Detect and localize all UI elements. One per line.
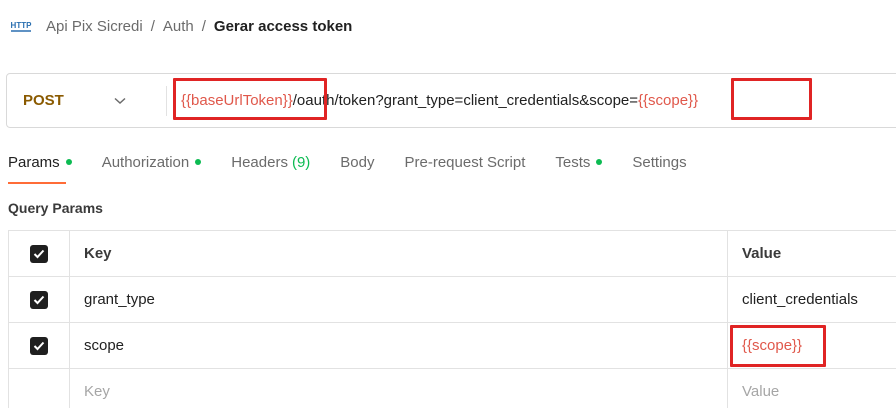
headers-count: (9) [291, 153, 311, 171]
breadcrumb: HTTP Api Pix Sicredi / Auth / Gerar acce… [10, 14, 353, 38]
table-row-empty: Key Value [8, 369, 896, 408]
tab-pre-request-script[interactable]: Pre-request Script [405, 154, 526, 171]
status-dot [65, 159, 72, 165]
row-checkbox[interactable] [30, 336, 48, 355]
key-column-header: Key [70, 231, 728, 276]
status-dot [596, 159, 603, 165]
status-dot [195, 159, 202, 165]
tab-authorization[interactable]: Authorization [102, 154, 202, 171]
table-header-row: Key Value [8, 231, 896, 277]
row-check-cell [8, 277, 70, 322]
breadcrumb-folder[interactable]: Auth [163, 18, 194, 35]
method-select[interactable]: POST [7, 74, 162, 127]
table-row: grant_type client_credentials [8, 277, 896, 323]
new-key-input[interactable]: Key [70, 369, 728, 408]
tab-tests[interactable]: Tests [555, 154, 603, 171]
value-column-header: Value [742, 245, 782, 262]
query-params-table: Key Value grant_type client_credentials … [8, 230, 896, 408]
divider [166, 85, 167, 116]
row-check-cell [8, 323, 70, 368]
query-params-title: Query Params [8, 200, 103, 216]
highlight-box-base-url [173, 78, 327, 120]
url-variable-scope: {{scope}} [638, 92, 699, 109]
param-value-cell[interactable]: client_credentials [728, 277, 896, 322]
method-label: POST [23, 92, 64, 109]
param-key-cell[interactable]: scope [70, 323, 728, 368]
param-key-cell[interactable]: grant_type [70, 277, 728, 322]
tab-headers[interactable]: Headers (9) [231, 154, 310, 171]
tab-settings[interactable]: Settings [632, 154, 686, 171]
breadcrumb-separator: / [201, 17, 206, 35]
select-all-checkbox[interactable] [30, 244, 48, 263]
tab-body[interactable]: Body [340, 154, 374, 171]
highlight-box-scope-url [731, 78, 812, 120]
request-tabs: Params Authorization Headers (9) Body Pre… [8, 150, 717, 174]
breadcrumb-collection[interactable]: Api Pix Sicredi [46, 18, 143, 35]
svg-text:HTTP: HTTP [11, 21, 32, 30]
request-name[interactable]: Gerar access token [214, 18, 352, 35]
highlight-box-scope-value [730, 325, 826, 367]
active-tab-indicator [8, 182, 66, 184]
url-path: /oauth/token?grant_type=client_credentia… [292, 92, 639, 109]
select-all-cell [8, 231, 70, 276]
row-checkbox[interactable] [30, 290, 48, 309]
http-icon: HTTP [10, 18, 32, 34]
row-check-cell [8, 369, 70, 408]
new-value-input[interactable]: Value [728, 369, 896, 408]
chevron-down-icon [114, 97, 126, 105]
tab-params[interactable]: Params [8, 154, 72, 171]
breadcrumb-separator: / [150, 17, 155, 35]
